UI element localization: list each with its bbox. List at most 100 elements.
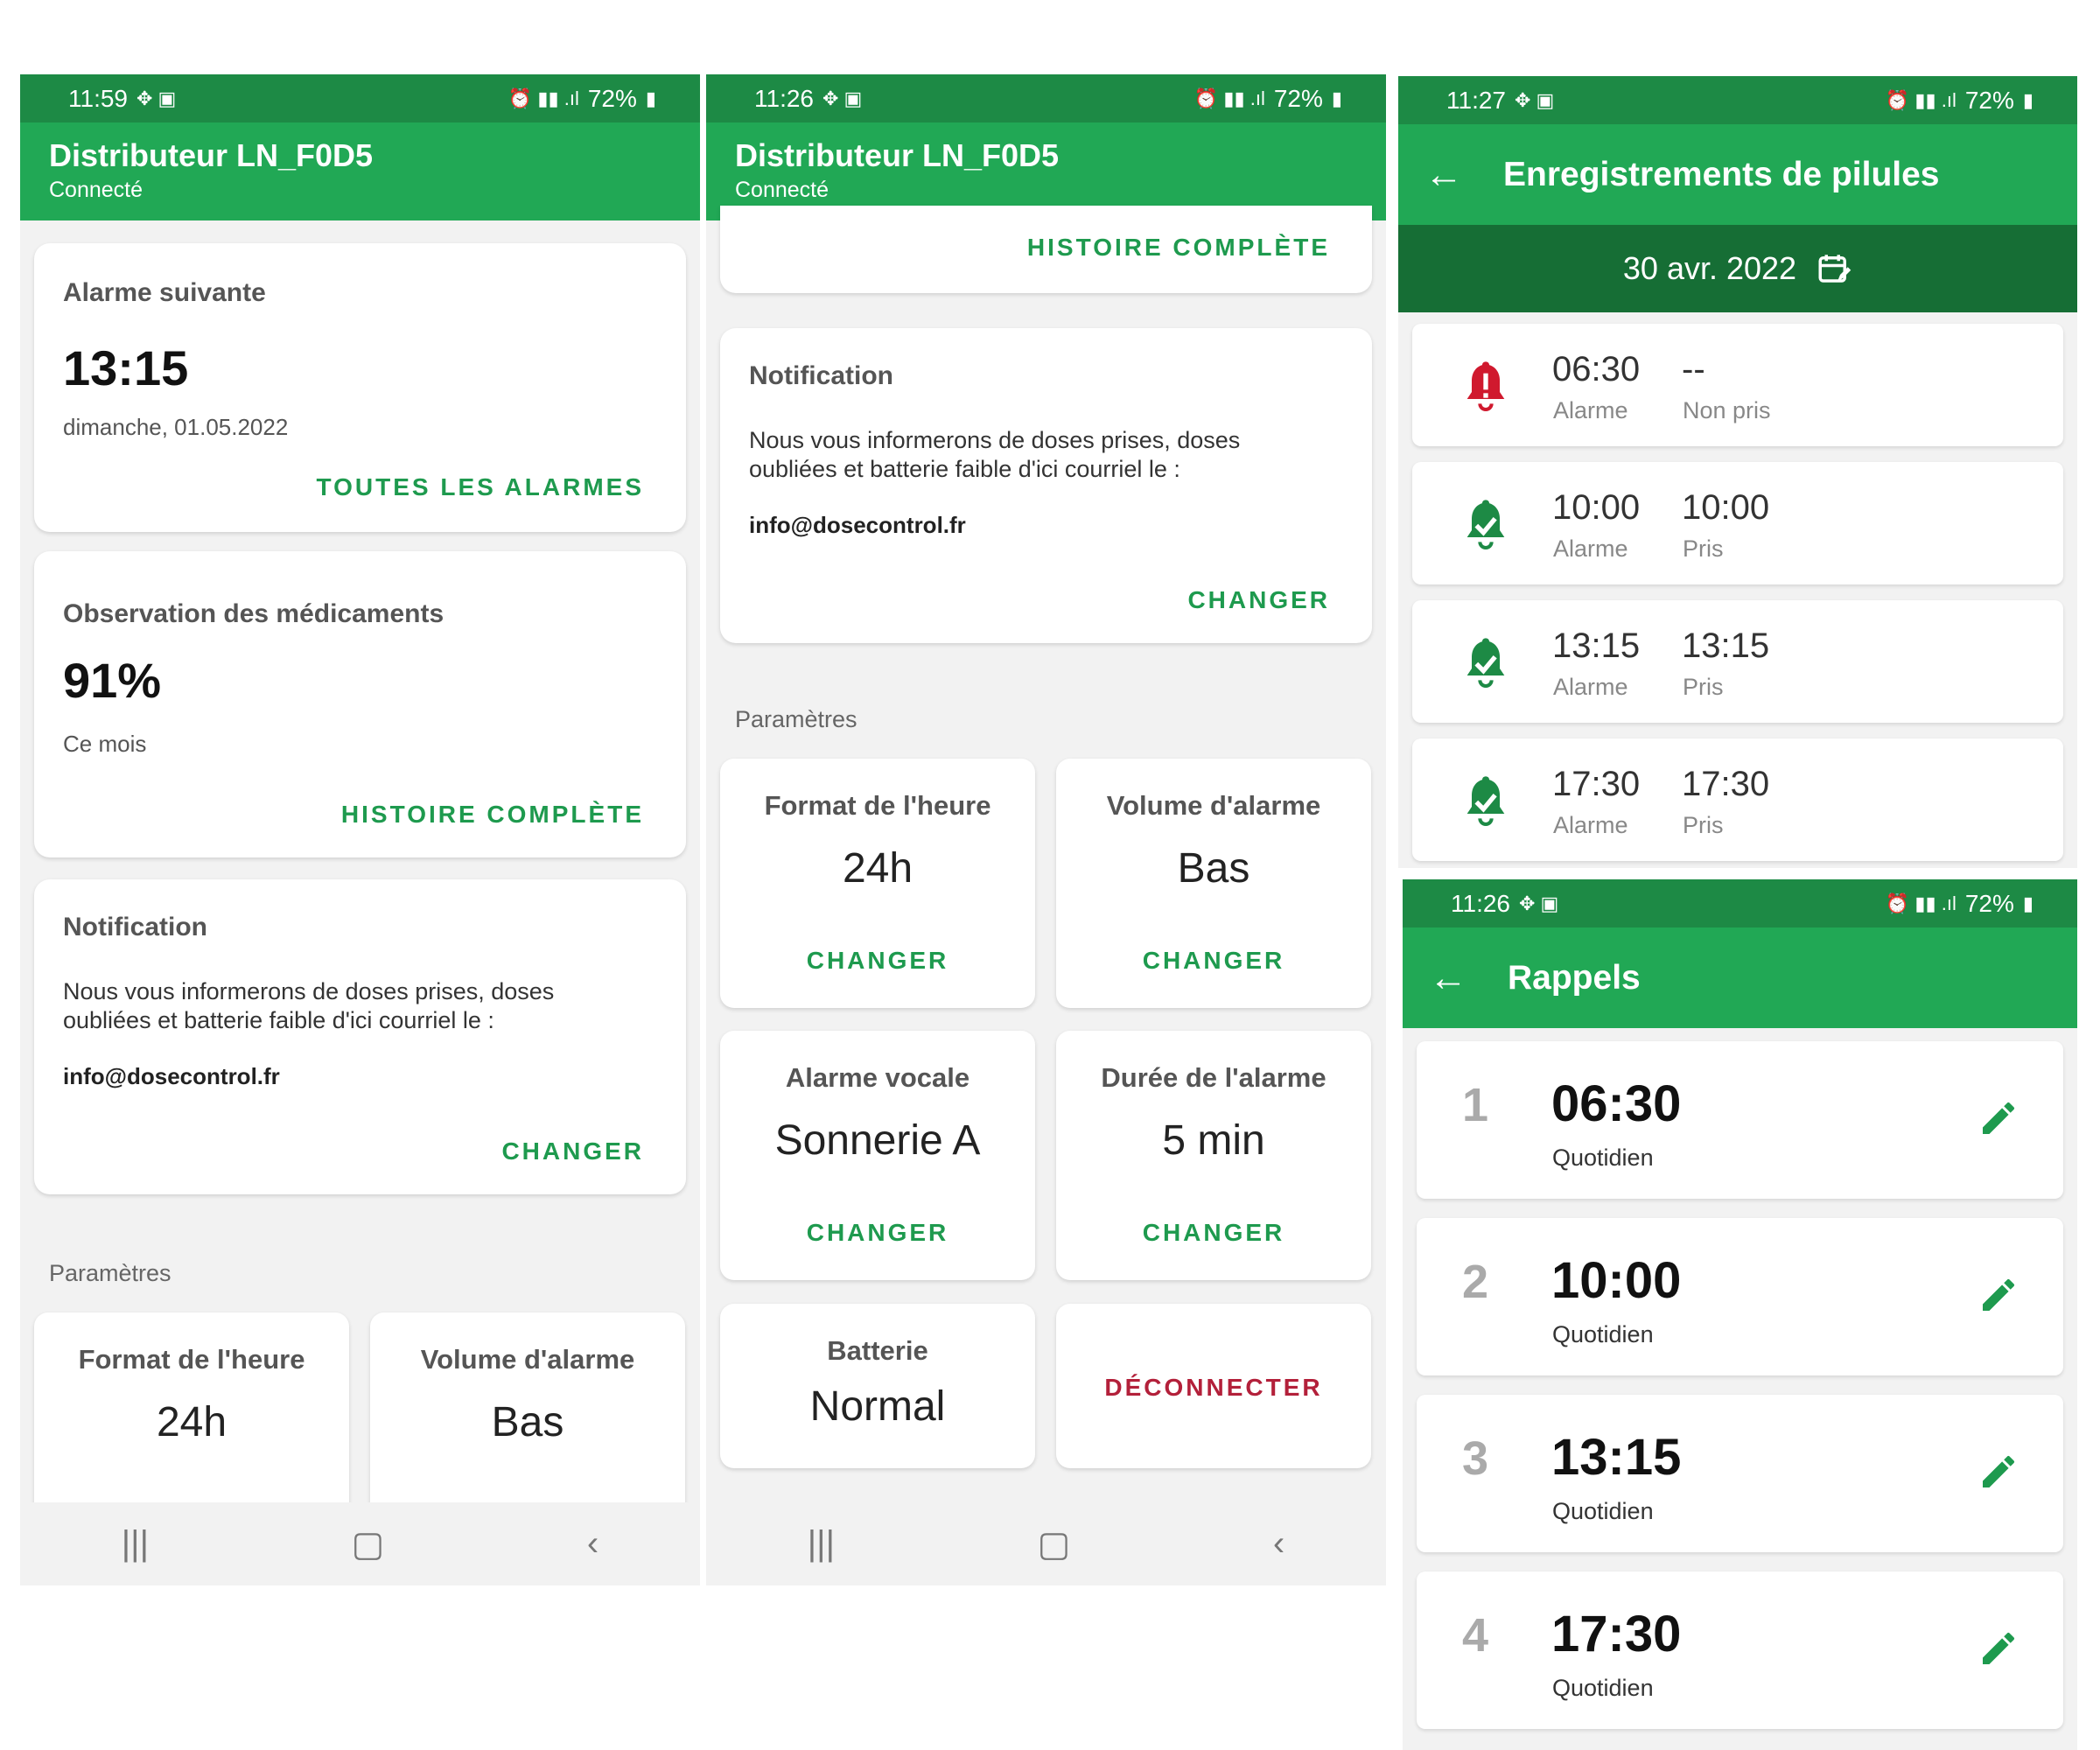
recent-apps-icon[interactable]: ||| bbox=[122, 1524, 149, 1564]
taken-label: Pris bbox=[1683, 812, 1724, 838]
screen-reminders: 11:26 ✥ ▣ ⏰ ▮▮ .ıl 72% ▮ ← Rappels 1 06:30 Qu… bbox=[1403, 879, 2077, 1750]
reminder-number: 4 bbox=[1462, 1609, 1489, 1662]
taken-label: Pris bbox=[1683, 536, 1724, 562]
bell-alert-icon bbox=[1466, 361, 1505, 411]
back-icon[interactable]: ‹ bbox=[1273, 1524, 1284, 1564]
status-time: 11:27 bbox=[1446, 86, 1506, 114]
screen-pill-records: 11:27 ✥ ▣ ⏰ ▮▮ .ıl 72% ▮ ← Enregistrements … bbox=[1398, 76, 2077, 868]
status-time: 11:59 bbox=[68, 84, 128, 112]
reminder-frequency: Quotidien bbox=[1552, 1144, 1654, 1171]
app-header: ← Enregistrements de pilules bbox=[1398, 124, 2077, 225]
battery-tile: Batterie Normal bbox=[720, 1304, 1035, 1468]
battery-level: 72% bbox=[1964, 86, 2014, 114]
reminder-number: 1 bbox=[1462, 1079, 1489, 1131]
selected-date: 30 avr. 2022 bbox=[1622, 250, 1797, 286]
notification-icon: ✥ ▣ bbox=[822, 87, 863, 109]
bell-check-icon bbox=[1466, 500, 1505, 550]
reminder-time: 13:15 bbox=[1551, 1429, 1682, 1486]
reminder-row[interactable]: 1 06:30 Quotidien bbox=[1417, 1041, 2063, 1199]
status-time: 11:26 bbox=[754, 84, 814, 112]
adherence-value: 91% bbox=[63, 653, 162, 708]
app-header: Distributeur LN_F0D5 Connecté bbox=[20, 122, 700, 220]
notification-card: Notification Nous vous informerons de do… bbox=[34, 879, 686, 1194]
disconnect-button[interactable]: DÉCONNECTER bbox=[1056, 1374, 1371, 1402]
observation-card-partial: HISTOIRE COMPLÈTE bbox=[720, 206, 1372, 293]
pencil-edit-icon[interactable] bbox=[1978, 1097, 2020, 1139]
calendar-edit-icon[interactable] bbox=[1816, 250, 1852, 287]
observation-card: Observation des médicaments 91% Ce mois … bbox=[34, 551, 686, 858]
arrow-back-icon[interactable]: ← bbox=[1424, 155, 1503, 194]
pencil-edit-icon[interactable] bbox=[1978, 1451, 2020, 1493]
connection-status: Connecté bbox=[49, 178, 144, 202]
tile-title: Volume d'alarme bbox=[420, 1344, 635, 1375]
reminder-row[interactable]: 3 13:15 Quotidien bbox=[1417, 1395, 2063, 1552]
home-icon[interactable]: ▢ bbox=[352, 1524, 385, 1564]
record-row: 13:15 Alarme 13:15 Pris bbox=[1412, 600, 2063, 723]
voice-alarm-tile: Alarme vocale Sonnerie A CHANGER bbox=[720, 1031, 1035, 1280]
arrow-back-icon[interactable]: ← bbox=[1429, 958, 1508, 998]
next-alarm-time: 13:15 bbox=[63, 340, 189, 396]
change-notification-button[interactable]: CHANGER bbox=[501, 1138, 644, 1166]
disconnect-tile[interactable]: DÉCONNECTER bbox=[1056, 1304, 1371, 1468]
taken-time: 17:30 bbox=[1682, 765, 1770, 803]
notification-icon: ✥ ▣ bbox=[1515, 88, 1555, 111]
pencil-edit-icon[interactable] bbox=[1978, 1274, 2020, 1316]
battery-level: 72% bbox=[1273, 84, 1323, 112]
date-selector[interactable]: 30 avr. 2022 bbox=[1398, 225, 2077, 312]
signal-icon: ⏰ ▮▮ .ıl bbox=[1885, 88, 1956, 111]
taken-label: Non pris bbox=[1683, 397, 1771, 424]
next-alarm-card: Alarme suivante 13:15 dimanche, 01.05.20… bbox=[34, 243, 686, 532]
change-time-format-button[interactable]: CHANGER bbox=[720, 947, 1035, 975]
connection-status: Connecté bbox=[735, 178, 830, 202]
change-notification-button[interactable]: CHANGER bbox=[1187, 586, 1330, 614]
change-voice-alarm-button[interactable]: CHANGER bbox=[720, 1219, 1035, 1247]
home-icon[interactable]: ▢ bbox=[1038, 1524, 1071, 1564]
reminder-row[interactable]: 2 10:00 Quotidien bbox=[1417, 1218, 2063, 1376]
tile-title: Volume d'alarme bbox=[1106, 790, 1321, 821]
battery-level: 72% bbox=[587, 84, 637, 112]
alarm-time: 06:30 bbox=[1552, 350, 1641, 388]
change-alarm-duration-button[interactable]: CHANGER bbox=[1056, 1219, 1371, 1247]
taken-time: 13:15 bbox=[1682, 626, 1770, 665]
full-history-button[interactable]: HISTOIRE COMPLÈTE bbox=[341, 801, 644, 829]
all-alarms-button[interactable]: TOUTES LES ALARMES bbox=[317, 473, 644, 501]
time-format-tile: Format de l'heure 24h CHANGER bbox=[720, 759, 1035, 1008]
taken-label: Pris bbox=[1683, 674, 1724, 700]
device-title: Distributeur LN_F0D5 bbox=[49, 137, 374, 173]
card-title: Notification bbox=[63, 913, 207, 942]
back-icon[interactable]: ‹ bbox=[587, 1524, 598, 1564]
taken-time: 10:00 bbox=[1682, 488, 1770, 527]
tile-title: Alarme vocale bbox=[785, 1062, 970, 1093]
alarm-duration-tile: Durée de l'alarme 5 min CHANGER bbox=[1056, 1031, 1371, 1280]
reminder-row[interactable]: 4 17:30 Quotidien bbox=[1417, 1572, 2063, 1729]
bell-check-icon bbox=[1466, 638, 1505, 688]
status-bar: 11:27 ✥ ▣ ⏰ ▮▮ .ıl 72% ▮ bbox=[1398, 76, 2077, 124]
alarm-time: 10:00 bbox=[1552, 488, 1641, 527]
battery-icon: ▮ bbox=[2022, 892, 2034, 914]
change-alarm-volume-button[interactable]: CHANGER bbox=[1056, 947, 1371, 975]
settings-section-label: Paramètres bbox=[735, 706, 858, 732]
pencil-edit-icon[interactable] bbox=[1978, 1628, 2020, 1670]
tile-value: 24h bbox=[842, 845, 914, 892]
notification-email: info@dosecontrol.fr bbox=[63, 1063, 280, 1089]
notification-text: Nous vous informerons de doses prises, d… bbox=[749, 427, 1241, 482]
notification-icon: ✥ ▣ bbox=[1519, 892, 1559, 914]
record-row: 10:00 Alarme 10:00 Pris bbox=[1412, 462, 2063, 584]
reminder-time: 06:30 bbox=[1551, 1075, 1682, 1132]
notification-email: info@dosecontrol.fr bbox=[749, 512, 966, 538]
alarm-volume-tile: Volume d'alarme Bas CHANGER bbox=[1056, 759, 1371, 1008]
time-format-tile: Format de l'heure 24h bbox=[34, 1312, 349, 1522]
battery-icon: ▮ bbox=[2022, 88, 2034, 111]
next-alarm-date: dimanche, 01.05.2022 bbox=[63, 414, 289, 440]
status-time: 11:26 bbox=[1451, 889, 1510, 917]
reminder-time: 17:30 bbox=[1551, 1606, 1682, 1662]
bell-check-icon bbox=[1466, 776, 1505, 826]
alarm-time: 13:15 bbox=[1552, 626, 1641, 665]
recent-apps-icon[interactable]: ||| bbox=[808, 1524, 835, 1564]
full-history-button[interactable]: HISTOIRE COMPLÈTE bbox=[1027, 234, 1330, 262]
signal-icon: ⏰ ▮▮ .ıl bbox=[1885, 892, 1956, 914]
page-title: Rappels bbox=[1508, 958, 1641, 997]
card-title: Alarme suivante bbox=[63, 278, 266, 307]
screen-settings: 11:26 ✥ ▣ ⏰ ▮▮ .ıl 72% ▮ Distributeur LN_F0… bbox=[706, 74, 1386, 1586]
card-title: Observation des médicaments bbox=[63, 599, 444, 628]
